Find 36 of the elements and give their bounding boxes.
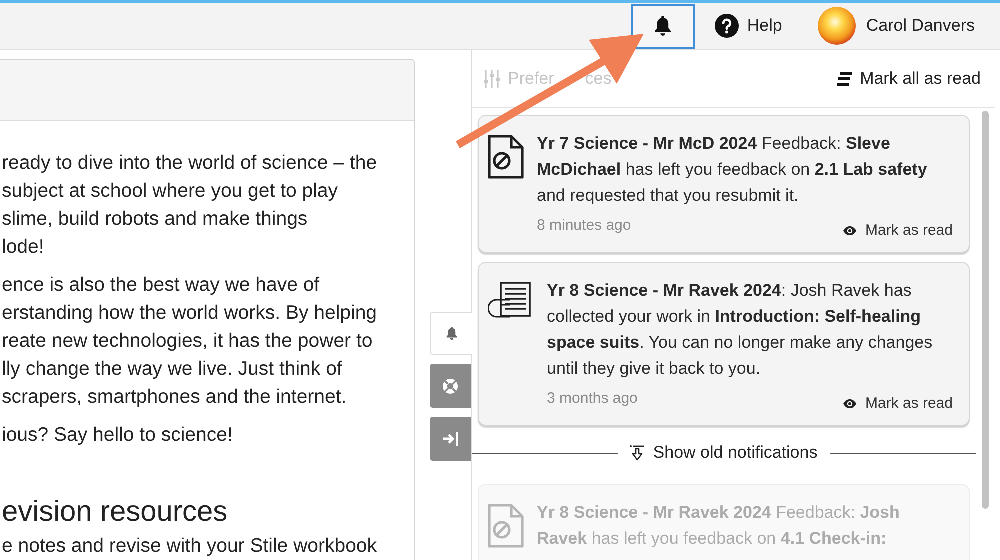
mark-all-read-button[interactable]: Mark all as read [837, 66, 981, 92]
notification-text: Yr 8 Science - Mr Ravek 2024 Feedback: Josh Ravek has left you feedback on 4.1 Check-in: [537, 502, 901, 550]
mark-as-read-button[interactable]: Mark as read [843, 394, 953, 414]
eye-icon [843, 399, 858, 409]
timestamp: 8 minutes ago [537, 216, 632, 236]
paragraph: ence is also the best way we have of erstanding how the world works. By helping reate new technologies, it has the power to lly change the way we live. Just think of scrapers, smartphones and the internet. [2, 273, 378, 410]
timestamp: 3 months ago [547, 389, 638, 409]
notification-text: Yr 8 Science - Mr Ravek 2024: Josh Ravek has collected your work in Introduction: Self-healing space suits. You can no longer make any changes until they give it back to you. [547, 280, 934, 380]
paragraph: e notes and revise with your Stile workbook [2, 534, 378, 559]
collapse-tab[interactable] [430, 417, 471, 461]
blocked-document-icon [488, 135, 524, 179]
stacked-lines-icon [837, 72, 852, 86]
notification-text: Yr 7 Science - Mr McD 2024 Feedback: Sleve McDichael has left you feedback on 2.1 Lab safety and requested that you resubmit it. [537, 133, 928, 207]
notification-card[interactable]: Yr 7 Science - Mr McD 2024 Feedback: Sleve McDichael has left you feedback on 2.1 Lab safety and requested that you resubmit it. 8 minutes ago Mark as read [478, 115, 970, 253]
notifications-button[interactable] [631, 4, 696, 48]
help-icon [715, 14, 740, 38]
avatar-icon [818, 7, 856, 45]
paragraph: ready to dive into the world of science – the subject at school where you get to play slime, build robots and make things lode! [2, 151, 378, 260]
blocked-document-icon [488, 504, 524, 548]
notification-card[interactable]: Yr 8 Science - Mr Ravek 2024: Josh Ravek has collected your work in Introduction: Self-healing space suits. You can no longer make any changes until they give it back to you. 3 months ago Mark as read [478, 262, 970, 426]
arrow-to-bar-icon [442, 432, 458, 446]
bell-icon [446, 327, 458, 340]
scrollbar-thumb[interactable] [982, 111, 989, 509]
sliders-icon [484, 70, 500, 88]
section-heading: evision resources [2, 495, 228, 530]
paragraph: ious? Say hello to science! [2, 423, 233, 448]
lifebuoy-icon [443, 378, 458, 394]
arrow-down-icon [630, 445, 646, 461]
eye-icon [843, 226, 858, 236]
bell-icon [654, 16, 672, 36]
help-link[interactable]: Help [715, 13, 782, 39]
show-old-notifications-button[interactable]: Show old notifications [618, 440, 830, 466]
mark-as-read-button[interactable]: Mark as read [843, 221, 953, 241]
help-tab[interactable] [430, 364, 471, 408]
notifications-tab[interactable] [430, 312, 472, 355]
user-menu[interactable]: Carol Danvers [818, 7, 975, 45]
